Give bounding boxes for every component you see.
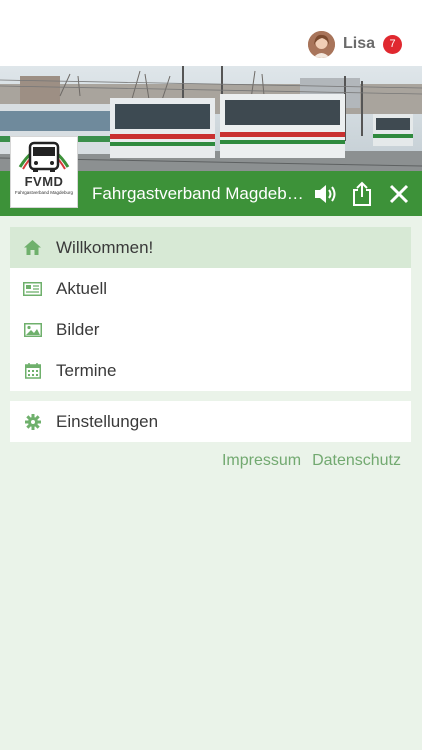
bus-logo-icon <box>18 141 70 172</box>
menu-label: Termine <box>56 360 117 380</box>
app-title: Fahrgastverband Magdeburg <box>92 184 304 203</box>
menu-label: Willkommen! <box>56 237 154 257</box>
impressum-link[interactable]: Impressum <box>222 452 301 470</box>
top-bar: Lisa 7 <box>0 0 422 66</box>
logo-subtitle: Fahrgastverband Magdeburg <box>14 190 74 195</box>
navigation-menu: Willkommen! Aktuell Bilder Termine <box>10 227 411 391</box>
notification-badge[interactable]: 7 <box>383 34 402 54</box>
logo-abbreviation: FVMD <box>24 174 64 189</box>
user-area[interactable]: Lisa 7 <box>307 30 402 58</box>
menu-label: Einstellungen <box>56 411 159 431</box>
menu-item-aktuell[interactable]: Aktuell <box>10 268 411 309</box>
menu-item-termine[interactable]: Termine <box>10 350 411 391</box>
datenschutz-link[interactable]: Datenschutz <box>312 452 401 470</box>
menu-label: Bilder <box>56 319 100 339</box>
settings-card: Einstellungen <box>10 401 411 442</box>
menu-item-einstellungen[interactable]: Einstellungen <box>10 401 411 442</box>
menu-item-willkommen[interactable]: Willkommen! <box>10 227 411 268</box>
menu-item-bilder[interactable]: Bilder <box>10 309 411 350</box>
footer-links: Impressum Datenschutz <box>222 452 401 470</box>
fvmd-logo: FVMD Fahrgastverband Magdeburg <box>10 136 78 208</box>
newspaper-icon <box>23 280 42 297</box>
gear-icon <box>23 413 42 430</box>
speaker-icon[interactable] <box>311 171 341 216</box>
share-icon[interactable] <box>347 171 377 216</box>
calendar-icon <box>23 362 42 379</box>
username[interactable]: Lisa <box>343 35 375 53</box>
menu-label: Aktuell <box>56 278 108 298</box>
image-icon <box>23 321 42 338</box>
home-icon <box>23 239 42 256</box>
avatar[interactable] <box>307 30 335 58</box>
close-icon[interactable] <box>384 171 414 216</box>
